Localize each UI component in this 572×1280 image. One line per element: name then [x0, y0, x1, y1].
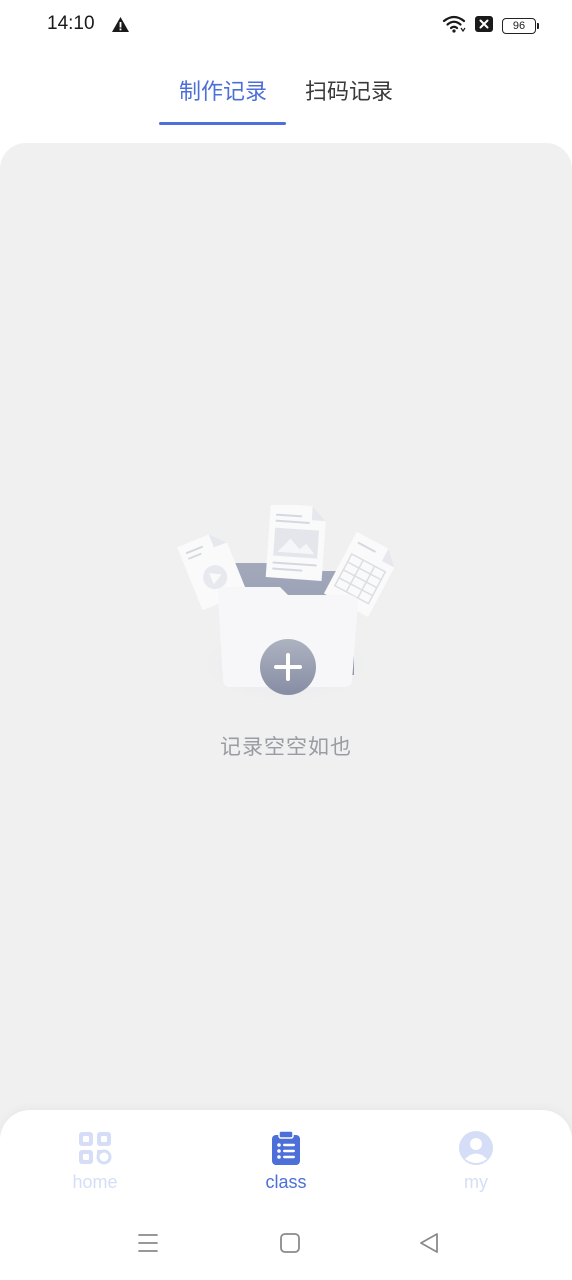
empty-folder-illustration [170, 503, 402, 705]
wifi-icon [442, 14, 466, 38]
empty-state-message: 记录空空如也 [220, 735, 352, 759]
system-navigation-bar [0, 1222, 572, 1268]
nav-class[interactable]: class [226, 1130, 346, 1193]
home-square-icon[interactable] [279, 1232, 301, 1258]
status-icons: 96 [442, 14, 539, 38]
status-time: 14:10 [47, 13, 95, 34]
status-bar: 14:10 96 [0, 0, 572, 50]
warning-icon [111, 16, 130, 37]
nav-class-label: class [265, 1172, 307, 1192]
notification-x-icon [474, 15, 494, 37]
qr-grid-icon [77, 1130, 113, 1166]
record-tabs: 制作记录 扫码记录 [0, 60, 572, 128]
tab-production-records[interactable]: 制作记录 [179, 74, 267, 106]
tab-scan-records[interactable]: 扫码记录 [305, 74, 393, 106]
nav-my[interactable]: my [416, 1130, 536, 1193]
user-avatar-icon [458, 1130, 494, 1166]
battery-icon: 96 [502, 18, 539, 34]
clipboard-list-icon [268, 1130, 304, 1166]
menu-icon[interactable] [137, 1232, 159, 1258]
nav-home[interactable]: home [35, 1130, 155, 1193]
records-panel: 记录空空如也 [0, 143, 572, 1143]
app-screen: 14:10 96 制作记录 扫码记录 记录空空如也 home class my [0, 0, 572, 1280]
nav-home-label: home [72, 1172, 118, 1192]
active-tab-indicator [159, 122, 286, 125]
back-triangle-icon[interactable] [418, 1232, 440, 1258]
nav-my-label: my [464, 1172, 488, 1192]
